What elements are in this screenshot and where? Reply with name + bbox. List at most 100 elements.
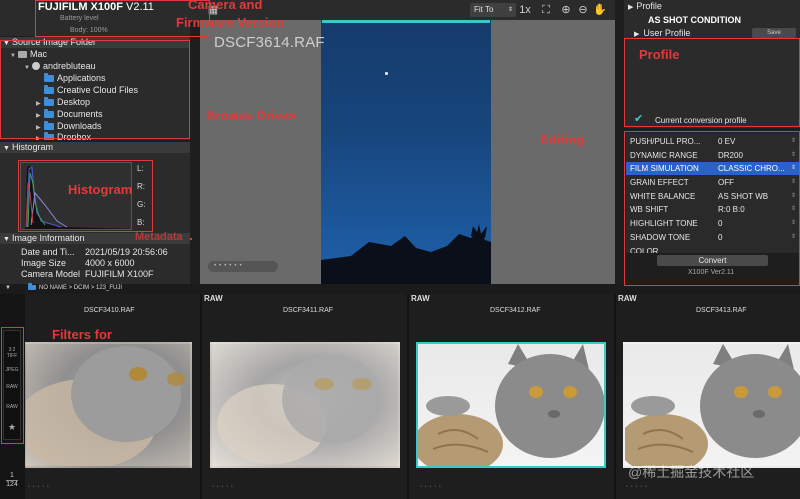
profile-user-row[interactable]: ▶ User Profile [634, 28, 690, 38]
collapse-triangle-icon[interactable]: ▼ [3, 40, 10, 47]
zoom-in-icon[interactable]: ⊕ [558, 2, 574, 18]
profile-title: Profile [636, 1, 662, 11]
expand-triangle-icon[interactable]: ▼ [24, 62, 32, 74]
page-counter: 1 124 [6, 472, 18, 488]
annotation-profile: Profile [639, 47, 680, 62]
histogram-label-r: R: [137, 182, 145, 191]
histogram-header[interactable]: ▼ Histogram [0, 142, 190, 153]
param-row-push-pull[interactable]: PUSH/PULL PRO... 0 EV ⇕ [626, 135, 800, 148]
filter-star-icon[interactable]: ★ [4, 422, 20, 433]
preview-progress-bar [322, 20, 490, 23]
firmware-version: V2.11 [126, 1, 154, 13]
expand-triangle-icon[interactable]: ▶ [628, 4, 633, 11]
cat-image [413, 344, 605, 474]
annotation-histogram: Histogram [68, 182, 133, 197]
expand-triangle-icon[interactable]: ▶ [634, 31, 639, 38]
tree-item-applications[interactable]: Applications [36, 72, 106, 84]
annotation-filters: Filters for [52, 327, 112, 342]
folder-icon [44, 85, 54, 94]
stepper-icon[interactable]: ⇕ [791, 135, 796, 148]
annotation-camera: Camera and [188, 0, 263, 12]
param-row-film-simulation[interactable]: FILM SIMULATION CLASSIC CHRO... ⇕ [626, 162, 800, 175]
tree-item-mac[interactable]: ▼ Mac [10, 48, 47, 60]
filmstrip-path[interactable]: NO NAME > DCIM > 123_FUJI [28, 283, 122, 291]
tree-item-documents[interactable]: ▶ Documents [36, 108, 103, 120]
profile-as-shot[interactable]: AS SHOT CONDITION [648, 15, 741, 25]
stepper-icon[interactable]: ⇕ [791, 231, 796, 244]
collapse-triangle-icon[interactable]: ▼ [3, 236, 10, 243]
fit-to-select[interactable]: Fit To ⇕ [470, 3, 516, 17]
param-row-shadow-tone[interactable]: SHADOW TONE 0 ⇕ [626, 231, 800, 244]
thumb-rating-dots[interactable]: ••••• [212, 484, 236, 490]
param-row-color[interactable]: COLOR [626, 245, 800, 253]
fit-screen-icon[interactable]: ⛶ [538, 2, 554, 18]
thumb-filename: DSCF3411.RAF [283, 307, 334, 314]
thumb-rating-dots[interactable]: ••••• [28, 484, 52, 490]
param-row-wb-shift[interactable]: WB SHIFT R:0 B:0 ⇕ [626, 203, 800, 216]
raw-badge: RAW [204, 294, 223, 303]
histogram-label-l: L: [137, 164, 144, 173]
thumbnail-dscf3412[interactable] [413, 342, 606, 474]
convert-button[interactable]: Convert [657, 255, 768, 266]
expand-triangle-icon[interactable]: ▼ [10, 50, 18, 62]
camera-model: FUJIFILM X100F [38, 1, 123, 13]
stepper-icon[interactable]: ⇕ [791, 162, 796, 175]
collapse-triangle-icon[interactable]: ▼ [5, 285, 11, 291]
folder-icon [44, 121, 54, 130]
param-row-white-balance[interactable]: WHITE BALANCE AS SHOT WB ⇕ [626, 190, 800, 203]
param-row-dynamic-range[interactable]: DYNAMIC RANGE DR200 ⇕ [626, 149, 800, 162]
info-row-camera: Camera Model FUJIFILM X100F [21, 269, 154, 279]
thumb-rating-dots[interactable]: ••••• [420, 484, 444, 490]
stepper-icon[interactable]: ⇕ [791, 149, 796, 162]
preview-filename: DSCF3614.RAF [214, 34, 325, 51]
cat-image [16, 346, 185, 469]
profile-header[interactable]: ▶ Profile [624, 0, 800, 13]
thumbnail-dscf3411[interactable] [210, 342, 400, 468]
raw-badge: RAW [411, 294, 430, 303]
annotation-firmware: Firmware Version [176, 15, 285, 30]
folder-icon [44, 97, 54, 106]
current-profile-label: Current conversion profile [655, 116, 747, 125]
thumbnail-dscf3410[interactable] [16, 342, 192, 469]
filter-tiff[interactable]: 3:2 TIFF [4, 347, 20, 359]
thumb-divider [407, 294, 409, 499]
folder-icon [44, 132, 54, 140]
info-row-size: Image Size 4000 x 6000 [21, 258, 135, 268]
save-button[interactable]: Save [752, 28, 796, 38]
rating-dots[interactable]: •••••• [208, 261, 278, 272]
info-row-date: Date and Ti... 2021/05/19 20:56:06 [21, 247, 168, 257]
thumb-filename: DSCF3413.RAF [696, 307, 747, 314]
thumbnail-dscf3413[interactable] [618, 342, 800, 474]
collapse-triangle-icon[interactable]: ▼ [3, 145, 10, 152]
expand-triangle-icon[interactable]: ▶ [36, 133, 44, 140]
annotation-box-meta [190, 238, 192, 240]
thumb-filename: DSCF3410.RAF [84, 307, 135, 314]
stepper-icon[interactable]: ⇕ [791, 176, 796, 189]
folder-icon [28, 283, 36, 290]
annotation-meta: Metadata [135, 231, 183, 243]
filter-jpeg[interactable]: JPEG [4, 367, 20, 373]
tree-item-desktop[interactable]: ▶ Desktop [36, 96, 90, 108]
histogram-title: Histogram [11, 142, 53, 152]
battery-level: Battery level [60, 15, 99, 22]
hand-tool-icon[interactable]: ✋ [592, 2, 608, 18]
watermark: @稀土掘金技术社区 [628, 464, 755, 480]
drive-icon [18, 51, 27, 58]
filter-raw-2[interactable]: RAW [4, 404, 20, 410]
stepper-icon[interactable]: ⇕ [791, 190, 796, 203]
tree-item-dropbox[interactable]: ▶ Dropbox [36, 131, 91, 140]
stepper-icon: ⇕ [507, 7, 513, 13]
param-row-highlight-tone[interactable]: HIGHLIGHT TONE 0 ⇕ [626, 217, 800, 230]
stepper-icon[interactable]: ⇕ [791, 203, 796, 216]
param-row-grain-effect[interactable]: GRAIN EFFECT OFF ⇕ [626, 176, 800, 189]
preview-image[interactable] [321, 20, 491, 284]
stepper-icon[interactable]: ⇕ [791, 217, 796, 230]
tree-item-user[interactable]: ▼ andrebluteau [24, 60, 96, 72]
thumb-rating-dots[interactable]: ••••• [626, 484, 650, 490]
histogram-label-b: B: [137, 218, 145, 227]
tree-item-creative-cloud[interactable]: Creative Cloud Files [36, 84, 138, 96]
source-folder-header[interactable]: ▼ Source Image Folder [0, 37, 190, 48]
zoom-out-icon[interactable]: ⊖ [575, 2, 591, 18]
filter-raw[interactable]: RAW [4, 384, 20, 390]
one-to-one-icon[interactable]: 1x [517, 2, 533, 18]
